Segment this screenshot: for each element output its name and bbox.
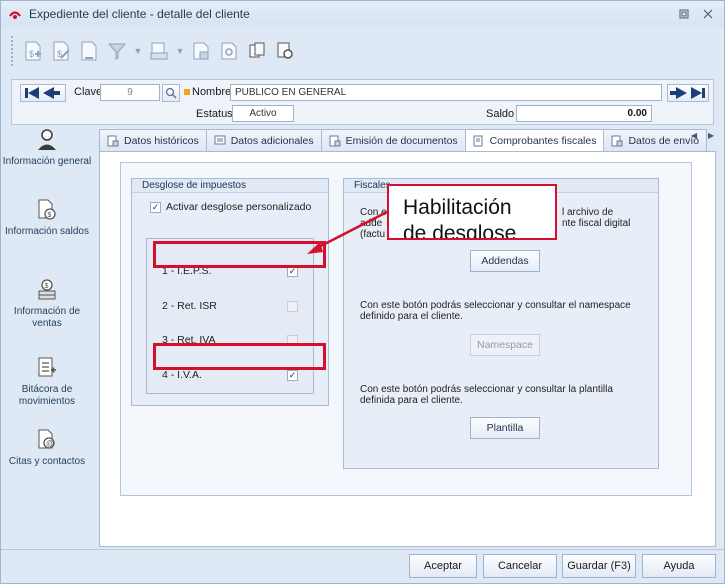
- edit-record-icon[interactable]: $: [49, 38, 73, 64]
- activar-desglose-label: Activar desglose personalizado: [166, 201, 312, 213]
- callout-annotation: Habilitación de desglose: [387, 184, 557, 240]
- attach-icon[interactable]: [245, 38, 269, 64]
- estatus-label: Estatus: [196, 108, 233, 120]
- plantilla-description: Con este botón podrás seleccionar y cons…: [360, 384, 613, 406]
- tab-comprobantes-fiscales[interactable]: Comprobantes fiscales: [464, 129, 605, 152]
- tab-emision-documentos[interactable]: Emisión de documentos: [320, 129, 466, 151]
- balance-document-icon: $: [1, 198, 93, 222]
- export-icon[interactable]: [189, 38, 213, 64]
- sidebar-item-informacion-ventas[interactable]: $ Información de ventas: [1, 278, 93, 330]
- addendas-desc-part: l archivo de: [562, 207, 614, 218]
- svg-text:$: $: [45, 283, 49, 290]
- tab-document-icon: [214, 135, 226, 144]
- nombre-label: Nombre: [192, 86, 232, 98]
- tab-datos-adicionales[interactable]: Datos adicionales: [205, 129, 322, 151]
- group-title: Desglose de impuestos: [132, 179, 328, 193]
- first-previous-record-icon[interactable]: [20, 84, 66, 102]
- contacts-at-icon: @: [1, 428, 93, 452]
- tab-strip: Datos históricos Datos adicionales Emisi…: [99, 129, 716, 152]
- tab-scroll-left-icon[interactable]: ◀: [691, 131, 697, 140]
- activar-desglose-checkbox[interactable]: ✓: [150, 202, 161, 213]
- plantilla-button[interactable]: Plantilla: [470, 417, 540, 439]
- estatus-field: Activo: [232, 105, 294, 122]
- iva-highlight-box: [153, 343, 326, 370]
- clave-lookup-icon[interactable]: [162, 84, 180, 102]
- log-list-icon: [1, 356, 93, 380]
- nombre-input[interactable]: PUBLICO EN GENERAL: [230, 84, 662, 101]
- new-record-icon[interactable]: $: [21, 38, 45, 64]
- close-icon[interactable]: [700, 6, 716, 22]
- svg-text:$: $: [48, 212, 52, 219]
- copy-record-icon[interactable]: [77, 38, 101, 64]
- addendas-button[interactable]: Addendas: [470, 250, 540, 272]
- desglose-impuestos-group: Desglose de impuestos ✓ Activar desglose…: [131, 178, 329, 406]
- filter-dropdown-icon[interactable]: ▼: [133, 38, 143, 64]
- callout-arrow: [307, 209, 390, 254]
- clave-label: Clave: [74, 86, 103, 98]
- tab-document-icon: [611, 135, 623, 146]
- tab-document-icon: [473, 135, 483, 147]
- tab-label: Datos de envío: [628, 134, 700, 147]
- tab-label: Emisión de documentos: [345, 134, 458, 147]
- search-icon[interactable]: [217, 38, 241, 64]
- required-indicator: [184, 89, 190, 95]
- svg-text:$: $: [29, 49, 34, 59]
- sidebar-item-informacion-general[interactable]: Información general: [1, 128, 93, 168]
- tax-row-label: 2 - Ret. ISR: [162, 300, 217, 312]
- toolbar: $ $ ▼ ▼: [5, 29, 720, 73]
- next-last-record-icon[interactable]: [667, 84, 709, 102]
- sidebar-item-bitacora[interactable]: Bitácora de movimientos: [1, 356, 93, 408]
- svg-text:@: @: [46, 439, 54, 448]
- addendas-desc-part: nte fiscal digital: [562, 218, 631, 229]
- iva-checkbox[interactable]: ✓: [287, 370, 298, 381]
- tab-label: Comprobantes fiscales: [489, 135, 597, 147]
- cancelar-button[interactable]: Cancelar: [483, 554, 557, 578]
- tab-label: Datos históricos: [124, 134, 199, 147]
- sidebar-item-label: Bitácora de movimientos: [18, 384, 76, 407]
- person-icon: [1, 128, 93, 152]
- print-icon[interactable]: [147, 38, 171, 64]
- sidebar-item-citas-contactos[interactable]: @ Citas y contactos: [1, 428, 93, 468]
- tax-row-label: 4 - I.V.A.: [162, 369, 202, 381]
- sidebar: Información general $ Información saldos…: [1, 128, 93, 548]
- callout-line: Habilitación: [403, 196, 512, 219]
- client-record-window: Expediente del cliente - detalle del cli…: [0, 0, 725, 584]
- toolbar-grip[interactable]: [11, 36, 15, 66]
- guardar-button[interactable]: Guardar (F3): [562, 554, 636, 578]
- tab-document-icon: [329, 135, 341, 146]
- restore-icon[interactable]: [676, 6, 692, 22]
- record-navigation-bar: Clave 9 Nombre PUBLICO EN GENERAL Estatu…: [11, 79, 714, 125]
- tab-label: Datos adicionales: [230, 134, 314, 147]
- window-title: Expediente del cliente - detalle del cli…: [29, 7, 250, 21]
- aceptar-button[interactable]: Aceptar: [409, 554, 477, 578]
- tab-scroll-right-icon[interactable]: ▶: [708, 131, 714, 140]
- saldo-label: Saldo: [486, 108, 515, 120]
- sidebar-item-label: Información de ventas: [13, 306, 81, 329]
- filter-icon[interactable]: [105, 38, 129, 64]
- namespace-button[interactable]: Namespace: [470, 334, 540, 356]
- footer-bar: Aceptar Cancelar Guardar (F3) Ayuda: [1, 549, 724, 583]
- sidebar-item-informacion-saldos[interactable]: $ Información saldos: [1, 198, 93, 238]
- app-icon: [7, 6, 23, 22]
- settings-icon[interactable]: [273, 38, 297, 64]
- print-dropdown-icon[interactable]: ▼: [175, 38, 185, 64]
- tab-datos-historicos[interactable]: Datos históricos: [99, 129, 207, 151]
- sales-coins-icon: $: [1, 278, 93, 302]
- ret-isr-checkbox[interactable]: [287, 301, 298, 312]
- tab-document-icon: [107, 135, 119, 146]
- title-bar: Expediente del cliente - detalle del cli…: [1, 1, 724, 27]
- saldo-field: 0.00: [516, 105, 652, 122]
- namespace-description: Con este botón podrás seleccionar y cons…: [360, 300, 631, 322]
- clave-input[interactable]: 9: [100, 84, 160, 101]
- sidebar-item-label: Información saldos: [5, 226, 89, 237]
- sidebar-item-label: Información general: [2, 156, 92, 167]
- ayuda-button[interactable]: Ayuda: [642, 554, 716, 578]
- callout-line: de desglose: [403, 222, 517, 240]
- sidebar-item-label: Citas y contactos: [8, 456, 86, 467]
